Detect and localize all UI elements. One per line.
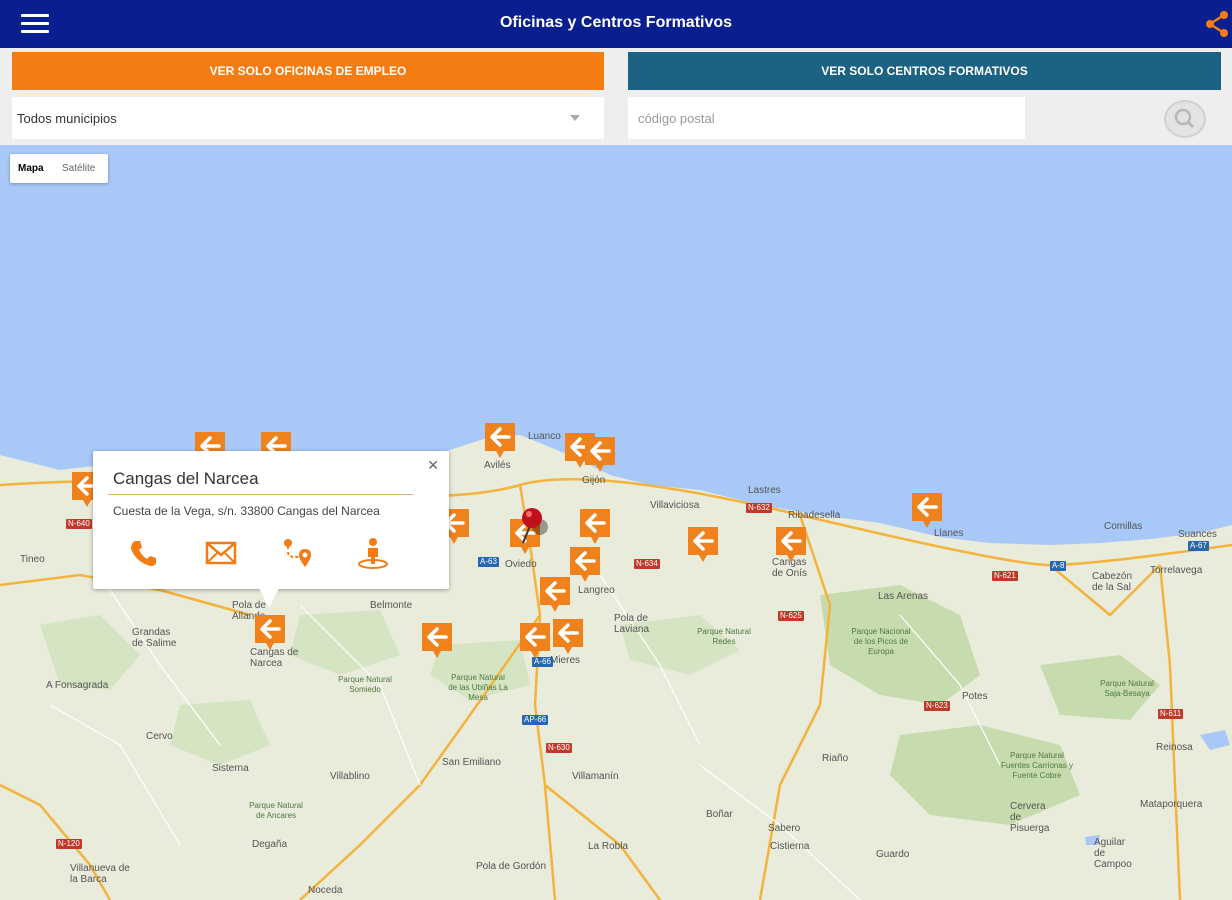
office-arrow-marker-icon[interactable] bbox=[551, 617, 585, 655]
place-label: Mataporquera bbox=[1140, 799, 1203, 810]
place-label: Noceda bbox=[308, 885, 343, 896]
office-arrow-marker-icon[interactable] bbox=[578, 507, 612, 545]
place-label: Villamanín bbox=[572, 771, 619, 782]
route-icon[interactable] bbox=[279, 535, 315, 571]
place-label: La Robla bbox=[588, 841, 629, 852]
place-label: Belmonte bbox=[370, 600, 413, 611]
place-label: Sisterna bbox=[212, 763, 249, 774]
map-type-mapa[interactable]: Mapa bbox=[18, 163, 44, 174]
map-type-control: Mapa Satélite bbox=[10, 154, 108, 183]
place-label: Boñar bbox=[706, 809, 733, 820]
office-arrow-marker-icon[interactable] bbox=[568, 545, 602, 583]
office-arrow-marker-icon[interactable] bbox=[774, 525, 808, 563]
park-label: Parque Natural Fuentes Carrionas y Fuent… bbox=[1000, 751, 1074, 780]
page-title: Oficinas y Centros Formativos bbox=[499, 14, 733, 31]
office-arrow-marker-icon[interactable] bbox=[538, 575, 572, 613]
streetview-icon[interactable] bbox=[355, 535, 391, 571]
road-shield: N-632 bbox=[746, 503, 772, 513]
place-label: Villablino bbox=[330, 771, 370, 782]
ver-oficinas-button[interactable]: VER SOLO OFICINAS DE EMPLEO bbox=[12, 52, 604, 90]
place-label: A Fonsagrada bbox=[46, 680, 109, 691]
place-label: Guardo bbox=[876, 849, 910, 860]
road-shield: N-621 bbox=[992, 571, 1018, 581]
road-shield: N-625 bbox=[778, 611, 804, 621]
filter-panel: VER SOLO OFICINAS DE EMPLEO VER SOLO CEN… bbox=[0, 48, 1232, 145]
place-label: Cervera de Pisuerga bbox=[1010, 801, 1050, 834]
place-label: Cervo bbox=[146, 731, 173, 742]
place-label: Langreo bbox=[578, 585, 615, 596]
park-label: Parque Nacional de los Picos de Europa bbox=[851, 627, 911, 656]
place-label: Riaño bbox=[822, 753, 849, 764]
road-shield: N-611 bbox=[1158, 709, 1184, 719]
road-shield: AP-66 bbox=[522, 715, 549, 725]
place-label: Grandas de Salime bbox=[132, 627, 177, 649]
park-label: Parque Natural Redes bbox=[697, 627, 751, 646]
office-arrow-marker-icon[interactable] bbox=[253, 613, 287, 651]
search-icon bbox=[1174, 108, 1195, 129]
place-label: Villanueva de la Barca bbox=[70, 863, 130, 885]
place-label: Cistierna bbox=[770, 841, 810, 852]
place-label: Pola de Gordón bbox=[476, 861, 547, 872]
app-bar: Oficinas y Centros Formativos bbox=[0, 0, 1232, 48]
place-label: Luanco bbox=[528, 431, 561, 442]
close-icon[interactable]: ✕ bbox=[427, 457, 439, 474]
place-label: Oviedo bbox=[505, 559, 537, 570]
place-label: Tineo bbox=[20, 554, 45, 565]
place-label: Comillas bbox=[1104, 521, 1143, 532]
place-label: Reinosa bbox=[1156, 742, 1193, 753]
info-window: ✕ Cangas del Narcea Cuesta de la Vega, s… bbox=[93, 451, 449, 608]
road-shield: A-63 bbox=[478, 557, 499, 567]
ver-centros-button[interactable]: VER SOLO CENTROS FORMATIVOS bbox=[628, 52, 1221, 90]
place-label: Gijón bbox=[582, 475, 606, 486]
place-label: Ribadesella bbox=[788, 510, 841, 521]
office-arrow-marker-icon[interactable] bbox=[583, 435, 617, 473]
road-shield: N-634 bbox=[634, 559, 660, 569]
office-arrow-marker-icon[interactable] bbox=[483, 421, 517, 459]
place-label: Degaña bbox=[252, 839, 288, 850]
info-window-address: Cuesta de la Vega, s/n. 33800 Cangas del… bbox=[113, 504, 380, 518]
place-label: Potes bbox=[962, 691, 988, 702]
road-shield: N-630 bbox=[546, 743, 572, 753]
place-label: Pola de Laviana bbox=[614, 613, 650, 635]
office-arrow-marker-icon[interactable] bbox=[910, 491, 944, 529]
road-shield: A-67 bbox=[1188, 541, 1209, 551]
info-window-title: Cangas del Narcea bbox=[113, 469, 259, 488]
map-type-satelite[interactable]: Satélite bbox=[62, 163, 95, 174]
place-label: Lastres bbox=[748, 485, 781, 496]
place-label: Cabezón de la Sal bbox=[1092, 571, 1133, 593]
map-pin-icon[interactable] bbox=[518, 505, 548, 545]
place-label: Avilés bbox=[484, 460, 511, 471]
road-shield: A-8 bbox=[1050, 561, 1067, 571]
email-icon[interactable] bbox=[203, 535, 239, 571]
info-window-tail bbox=[259, 588, 279, 608]
place-label: Sabero bbox=[768, 823, 801, 834]
chevron-down-icon bbox=[570, 115, 580, 121]
municipio-select[interactable]: Todos municipios bbox=[12, 97, 604, 139]
place-label: Suances bbox=[1178, 529, 1217, 540]
divider bbox=[108, 494, 413, 495]
place-label: Torrelavega bbox=[1150, 565, 1203, 576]
road-shield: N-120 bbox=[56, 839, 82, 849]
map-view[interactable]: Mapa Satélite Luanco Avilés Gijón Villav… bbox=[0, 145, 1232, 900]
office-arrow-marker-icon[interactable] bbox=[518, 621, 552, 659]
place-label: Aguilar de Campoo bbox=[1094, 837, 1132, 870]
place-label: San Emiliano bbox=[442, 757, 501, 768]
office-arrow-marker-icon[interactable] bbox=[686, 525, 720, 563]
share-icon[interactable] bbox=[1202, 8, 1232, 40]
phone-icon[interactable] bbox=[125, 535, 161, 571]
park-label: Parque Natural de Ancares bbox=[249, 801, 303, 820]
place-label: Llanes bbox=[934, 528, 964, 539]
park-label: Parque Natural de las Ubiñas La Mesa bbox=[448, 673, 508, 702]
municipio-select-value: Todos municipios bbox=[17, 111, 117, 126]
road-shield: N-623 bbox=[924, 701, 950, 711]
postal-code-input[interactable] bbox=[628, 97, 1025, 139]
office-arrow-marker-icon[interactable] bbox=[420, 621, 454, 659]
park-label: Parque Natural Saja-Besaya bbox=[1100, 679, 1154, 698]
place-label: Las Arenas bbox=[878, 591, 929, 602]
place-label: Villaviciosa bbox=[650, 500, 700, 511]
road-shield: N-640 bbox=[66, 519, 92, 529]
park-label: Parque Natural Somiedo bbox=[338, 675, 392, 694]
search-button[interactable] bbox=[1164, 100, 1206, 138]
place-label: Mieres bbox=[550, 655, 581, 666]
